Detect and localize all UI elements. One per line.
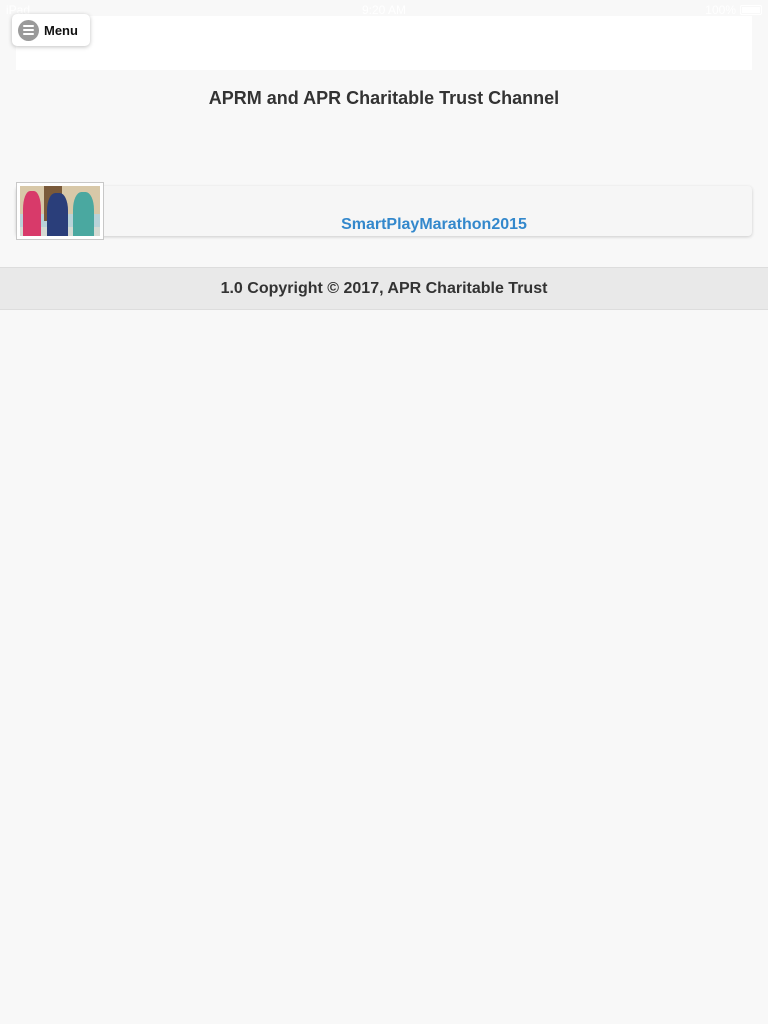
- hamburger-menu-icon: [18, 19, 39, 41]
- battery-percent: 100%: [705, 3, 736, 17]
- page-title: APRM and APR Charitable Trust Channel: [208, 88, 560, 108]
- group-photo-image: [20, 186, 100, 236]
- channel-item-link[interactable]: SmartPlayMarathon2015: [104, 216, 764, 234]
- status-time: 9:20 AM: [361, 3, 407, 17]
- header-panel: [16, 16, 752, 70]
- channel-thumbnail[interactable]: [16, 182, 104, 240]
- battery-icon: [740, 5, 762, 15]
- menu-button[interactable]: Menu: [12, 14, 90, 46]
- footer-copyright: 1.0 Copyright © 2017, APR Charitable Tru…: [0, 267, 768, 310]
- battery-status: 100%: [705, 3, 762, 17]
- menu-label: Menu: [44, 22, 78, 38]
